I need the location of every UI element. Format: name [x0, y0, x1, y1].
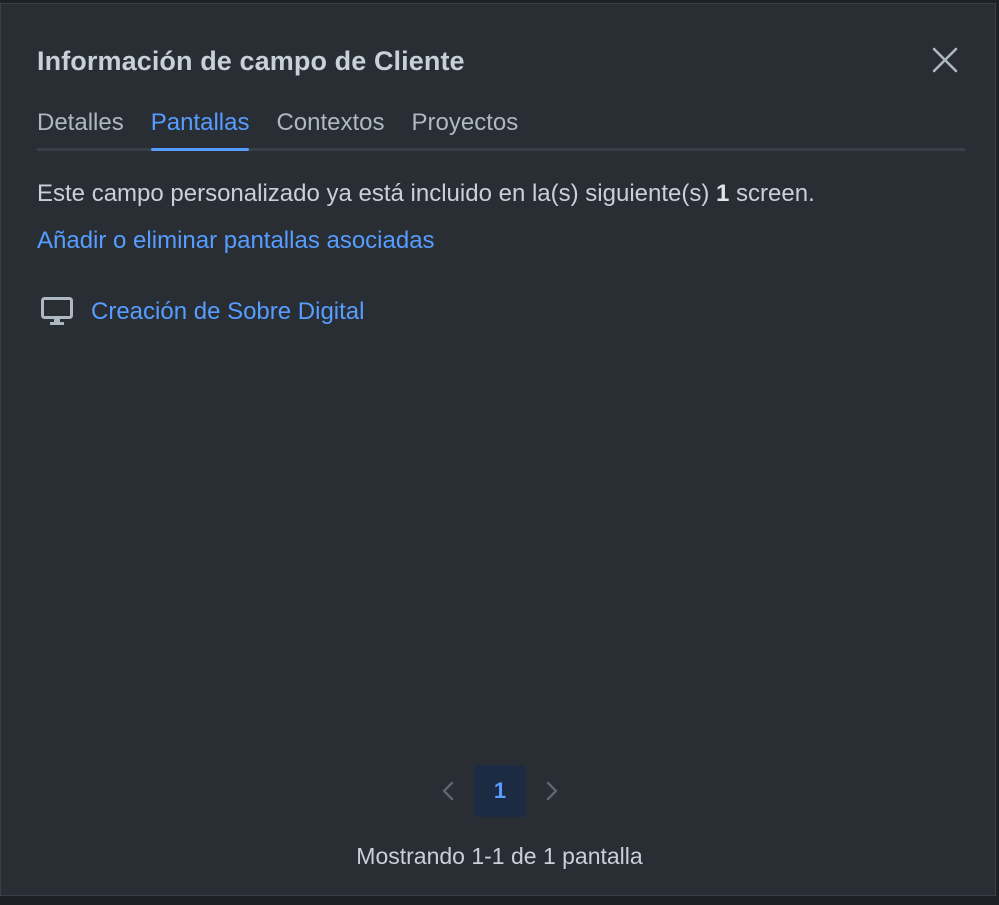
- chevron-left-icon: [442, 781, 454, 801]
- next-page-button[interactable]: [526, 765, 578, 817]
- screen-list-item[interactable]: Creación de Sobre Digital: [39, 294, 364, 330]
- tab-pantallas[interactable]: Pantallas: [150, 104, 249, 151]
- field-info-dialog: Información de campo de Cliente Detalles…: [0, 3, 996, 896]
- description-suffix: screen.: [729, 180, 815, 207]
- pagination-summary: Mostrando 1-1 de 1 pantalla: [356, 843, 643, 869]
- close-button[interactable]: [925, 40, 965, 80]
- dialog-title: Información de campo de Cliente: [37, 46, 465, 76]
- pagination: 1: [422, 765, 578, 817]
- screen-count: 1: [716, 180, 730, 207]
- description-text: Este campo personalizado ya está incluid…: [37, 180, 717, 207]
- monitor-icon: [39, 294, 75, 330]
- screen-name-link[interactable]: Creación de Sobre Digital: [91, 298, 364, 326]
- tab-bar: Detalles Pantallas Contextos Proyectos: [37, 104, 965, 151]
- manage-screens-link[interactable]: Añadir o eliminar pantallas asociadas: [37, 227, 435, 255]
- previous-page-button[interactable]: [422, 765, 474, 817]
- screens-description: Este campo personalizado ya está incluid…: [37, 180, 815, 208]
- close-icon: [932, 47, 958, 73]
- tab-detalles[interactable]: Detalles: [37, 104, 124, 148]
- page-number-button[interactable]: 1: [474, 765, 526, 817]
- tab-proyectos[interactable]: Proyectos: [412, 104, 519, 148]
- tab-contextos[interactable]: Contextos: [276, 104, 384, 148]
- chevron-right-icon: [546, 781, 558, 801]
